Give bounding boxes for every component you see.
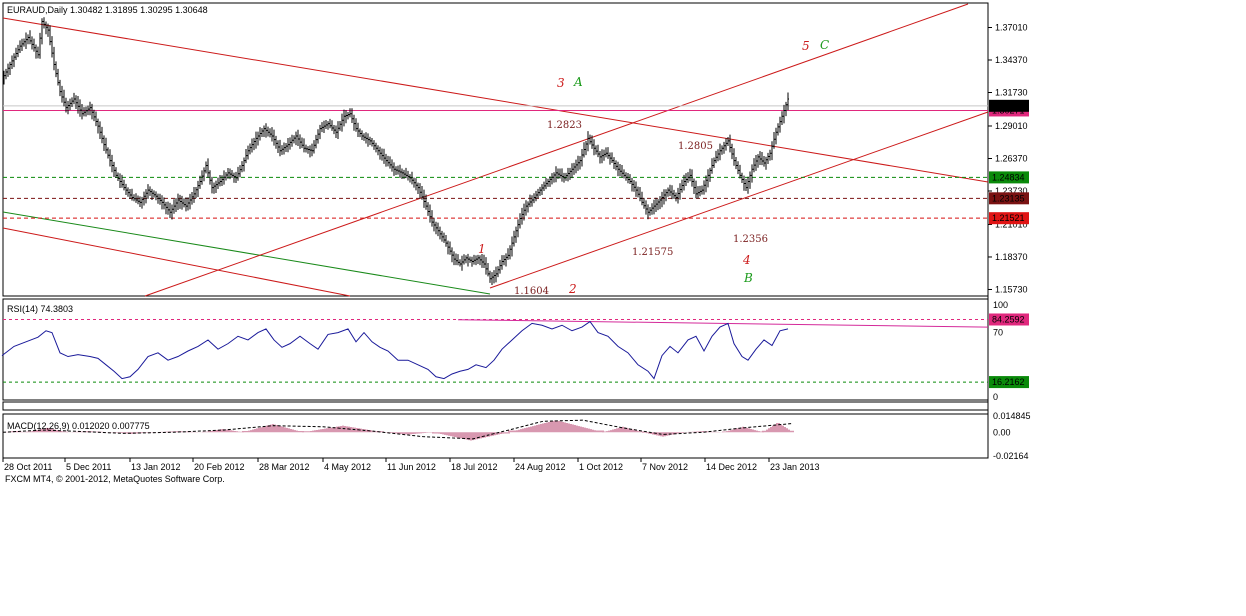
price-tick-label: 1.18370: [995, 252, 1028, 262]
rsi-axis-label: 0: [993, 392, 998, 402]
symbol-header: EURAUD,Daily 1.30482 1.31895 1.30295 1.3…: [7, 5, 208, 15]
level-label: 1.21521: [992, 213, 1025, 223]
price-annotation: 1.2823: [547, 120, 582, 131]
copyright-footer: FXCM MT4, © 2001-2012, MetaQuotes Softwa…: [5, 474, 225, 484]
current-price-label: 1.30648: [992, 101, 1025, 111]
price-annotation: 1.21575: [632, 247, 673, 258]
rsi-panel: [2, 298, 989, 401]
time-tick-label: 1 Oct 2012: [579, 462, 623, 472]
wave-label: 3: [557, 76, 565, 90]
wave-label: C: [820, 38, 829, 52]
price-annotation: 1.1604: [514, 286, 549, 297]
rsi-axis-label: 70: [993, 328, 1003, 338]
blank-panel: [2, 401, 989, 411]
time-tick-label: 28 Oct 2011: [4, 462, 52, 472]
price-tick-label: 1.31730: [995, 88, 1028, 98]
price-axis: 1.370101.343701.317301.290101.263701.237…: [988, 22, 1028, 294]
time-tick-label: 28 Mar 2012: [259, 462, 310, 472]
time-tick-label: 18 Jul 2012: [451, 462, 498, 472]
price-annotation: 1.2356: [733, 234, 768, 245]
rsi-level-label: 84.2592: [992, 314, 1025, 324]
macd-axis-label: 0.00: [993, 427, 1011, 437]
time-tick-label: 5 Dec 2011: [66, 462, 111, 472]
macd-header: MACD(12,26,9) 0.012020 0.007775: [7, 421, 150, 431]
forex-chart: 1.370101.343701.317301.290101.263701.237…: [1, 2, 1031, 484]
wave-label: 1: [478, 242, 486, 256]
time-tick-label: 7 Nov 2012: [642, 462, 688, 472]
price-tick-label: 1.34370: [995, 55, 1028, 65]
price-tick-label: 1.29010: [995, 121, 1028, 131]
wave-label: B: [743, 271, 753, 285]
time-tick-label: 14 Dec 2012: [706, 462, 757, 472]
price-tick-label: 1.37010: [995, 22, 1028, 32]
time-tick-label: 23 Jan 2013: [770, 462, 820, 472]
level-label: 1.23135: [992, 193, 1025, 203]
rsi-axis-label: 100: [993, 300, 1008, 310]
price-tick-label: 1.26370: [995, 153, 1028, 163]
time-tick-label: 20 Feb 2012: [194, 462, 245, 472]
time-tick-label: 24 Aug 2012: [515, 462, 566, 472]
price-panel: [2, 2, 989, 297]
level-label: 1.24834: [992, 172, 1025, 182]
time-tick-label: 4 May 2012: [324, 462, 371, 472]
wave-label: 4: [742, 253, 751, 267]
wave-label: 2: [568, 282, 577, 296]
macd-axis-label: -0.02164: [993, 451, 1029, 461]
macd-axis-label: 0.014845: [993, 411, 1031, 421]
rsi-level-label: 16.2162: [992, 377, 1025, 387]
price-tick-label: 1.15730: [995, 284, 1028, 294]
rsi-header: RSI(14) 74.3803: [7, 304, 73, 314]
wave-label: 5: [802, 39, 810, 53]
time-axis: 28 Oct 2011 5 Dec 2011 13 Jan 2012 20 Feb 2…: [2, 458, 820, 472]
price-annotation: 1.2805: [678, 141, 713, 152]
macd-panel: [2, 413, 989, 459]
time-tick-label: 11 Jun 2012: [387, 462, 436, 472]
wave-label: A: [573, 75, 583, 89]
time-tick-label: 13 Jan 2012: [131, 462, 181, 472]
